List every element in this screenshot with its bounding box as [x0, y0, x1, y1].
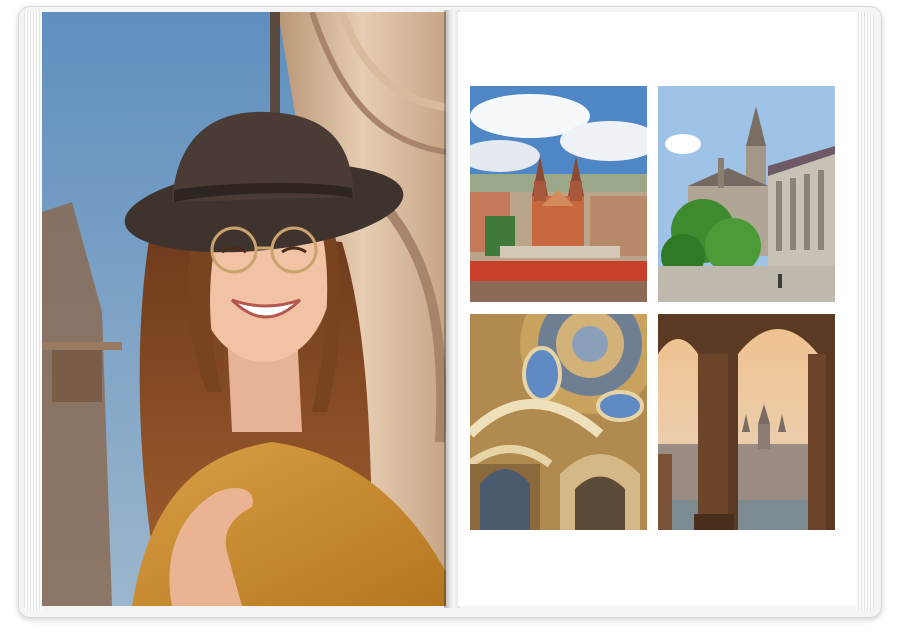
arches-parliament-illustration — [658, 314, 835, 530]
left-page-portrait-photo — [42, 12, 446, 606]
church-tower-illustration — [658, 86, 835, 302]
photo-ornate-dome-ceiling — [470, 314, 647, 530]
page-edges-right — [856, 12, 874, 610]
photo-church-tower-trees — [658, 86, 835, 302]
dome-ceiling-illustration — [470, 314, 647, 530]
photobook-preview — [0, 0, 900, 633]
aerial-city-illustration — [470, 86, 647, 302]
page-edges-left — [24, 10, 42, 610]
photo-arches-parliament — [658, 314, 835, 530]
photo-aerial-city-cathedral — [470, 86, 647, 302]
portrait-illustration — [42, 12, 446, 606]
